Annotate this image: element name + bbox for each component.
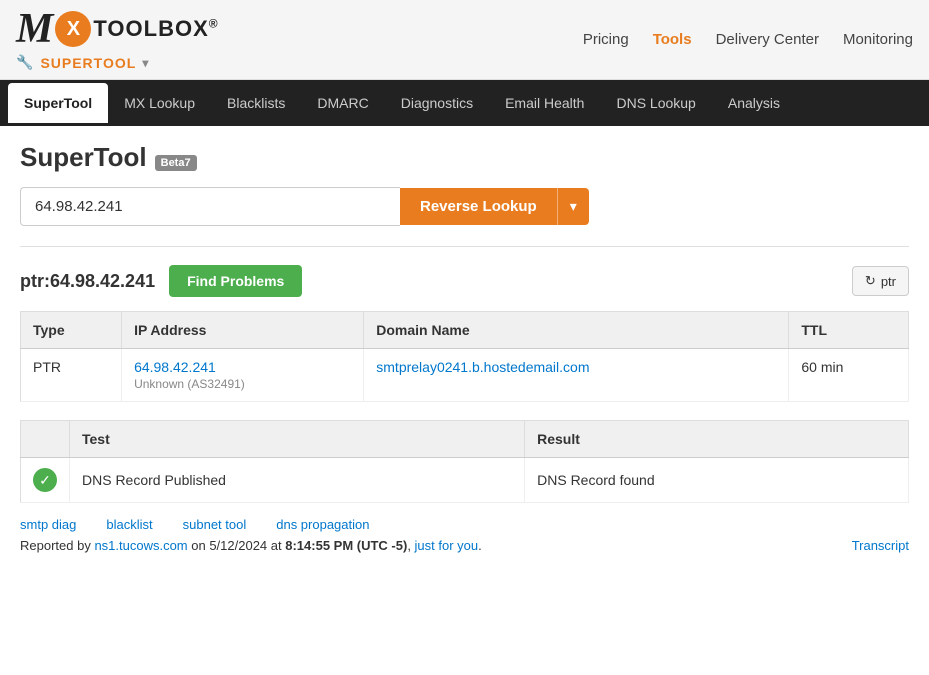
tab-analysis[interactable]: Analysis: [712, 83, 796, 123]
col-ip: IP Address: [122, 312, 364, 349]
logo-area: M X TOOLBOX® 🔧 SUPERTOOL ▾: [16, 8, 219, 71]
ptr-button-label: ptr: [881, 274, 896, 289]
footer-transcript-link[interactable]: Transcript: [852, 538, 909, 553]
tab-dmarc[interactable]: DMARC: [301, 83, 384, 123]
footer-report-time: 8:14:55 PM (UTC -5): [285, 538, 407, 553]
footer-report-text: Reported by ns1.tucows.com on 5/12/2024 …: [20, 538, 482, 553]
cell-domain: smtprelay0241.b.hostedemail.com: [364, 349, 789, 402]
tab-bar: SuperTool MX Lookup Blacklists DMARC Dia…: [0, 80, 929, 126]
tab-mx-lookup[interactable]: MX Lookup: [108, 83, 211, 123]
nav-pricing[interactable]: Pricing: [583, 31, 629, 48]
nav-delivery-center[interactable]: Delivery Center: [716, 31, 819, 48]
page-title-area: SuperTool Beta7: [20, 142, 909, 173]
lookup-dropdown-button[interactable]: ▾: [557, 188, 589, 225]
section-divider: [20, 246, 909, 247]
tab-email-health[interactable]: Email Health: [489, 83, 600, 123]
cell-ttl: 60 min: [789, 349, 909, 402]
beta-badge: Beta7: [155, 155, 197, 171]
footer-text: Reported by ns1.tucows.com on 5/12/2024 …: [20, 538, 909, 553]
domain-link[interactable]: smtprelay0241.b.hostedemail.com: [376, 359, 589, 375]
col-ttl: TTL: [789, 312, 909, 349]
ptr-section: ptr:64.98.42.241 Find Problems ↻ ptr: [20, 265, 909, 297]
col-result: Result: [525, 421, 909, 458]
pass-icon: ✓: [33, 468, 57, 492]
supertool-label: SUPERTOOL: [40, 55, 136, 71]
results-table-body: PTR 64.98.42.241 Unknown (AS32491) smtpr…: [21, 349, 909, 402]
supertool-dropdown-arrow[interactable]: ▾: [142, 56, 149, 70]
cell-status: ✓: [21, 458, 70, 503]
footer-link-subnet-tool[interactable]: subnet tool: [183, 517, 247, 532]
cell-test-name: DNS Record Published: [70, 458, 525, 503]
find-problems-button[interactable]: Find Problems: [169, 265, 302, 297]
footer-report-prefix: Reported by: [20, 538, 94, 553]
cell-test-result: DNS Record found: [525, 458, 909, 503]
reverse-lookup-button[interactable]: Reverse Lookup: [400, 188, 557, 225]
footer-link-smtp-diag[interactable]: smtp diag: [20, 517, 76, 532]
test-table: Test Result ✓ DNS Record Published DNS R…: [20, 420, 909, 503]
top-nav: Pricing Tools Delivery Center Monitoring: [583, 31, 913, 48]
results-table-head: Type IP Address Domain Name TTL: [21, 312, 909, 349]
logo-supertool[interactable]: 🔧 SUPERTOOL ▾: [16, 54, 149, 71]
cell-type: PTR: [21, 349, 122, 402]
ptr-refresh-button[interactable]: ↻ ptr: [852, 266, 909, 296]
table-row: ✓ DNS Record Published DNS Record found: [21, 458, 909, 503]
results-table: Type IP Address Domain Name TTL PTR 64.9…: [20, 311, 909, 402]
ip-sub: Unknown (AS32491): [134, 377, 245, 391]
nav-tools[interactable]: Tools: [653, 31, 692, 48]
col-test: Test: [70, 421, 525, 458]
tab-dns-lookup[interactable]: DNS Lookup: [600, 83, 711, 123]
search-input[interactable]: [20, 187, 400, 226]
logo-toolbox-text: TOOLBOX®: [93, 16, 218, 42]
logo-top: M X TOOLBOX®: [16, 8, 219, 50]
logo-x-circle: X: [55, 11, 91, 47]
test-table-body: ✓ DNS Record Published DNS Record found: [21, 458, 909, 503]
footer-just-for-you-link[interactable]: just for you: [415, 538, 479, 553]
search-bar: Reverse Lookup ▾: [20, 187, 909, 226]
footer-link-blacklist[interactable]: blacklist: [106, 517, 152, 532]
footer-link-dns-propagation[interactable]: dns propagation: [276, 517, 369, 532]
col-type: Type: [21, 312, 122, 349]
supertool-icon: 🔧: [16, 54, 34, 71]
test-table-head: Test Result: [21, 421, 909, 458]
table-row: PTR 64.98.42.241 Unknown (AS32491) smtpr…: [21, 349, 909, 402]
main-content: SuperTool Beta7 Reverse Lookup ▾ ptr:64.…: [0, 126, 929, 569]
tab-supertool[interactable]: SuperTool: [8, 83, 108, 123]
ptr-label: ptr:64.98.42.241: [20, 271, 155, 292]
ip-link[interactable]: 64.98.42.241: [134, 359, 216, 375]
nav-monitoring[interactable]: Monitoring: [843, 31, 913, 48]
ptr-left: ptr:64.98.42.241 Find Problems: [20, 265, 302, 297]
tab-blacklists[interactable]: Blacklists: [211, 83, 301, 123]
header: M X TOOLBOX® 🔧 SUPERTOOL ▾ Pricing Tools…: [0, 0, 929, 80]
col-domain: Domain Name: [364, 312, 789, 349]
page-title: SuperTool: [20, 142, 147, 173]
col-status-icon: [21, 421, 70, 458]
footer-reporter-link[interactable]: ns1.tucows.com: [94, 538, 187, 553]
cell-ip: 64.98.42.241 Unknown (AS32491): [122, 349, 364, 402]
footer-links: smtp diag blacklist subnet tool dns prop…: [20, 517, 909, 532]
logo-m: M: [16, 8, 51, 50]
tab-diagnostics[interactable]: Diagnostics: [385, 83, 489, 123]
refresh-icon: ↻: [865, 273, 876, 289]
